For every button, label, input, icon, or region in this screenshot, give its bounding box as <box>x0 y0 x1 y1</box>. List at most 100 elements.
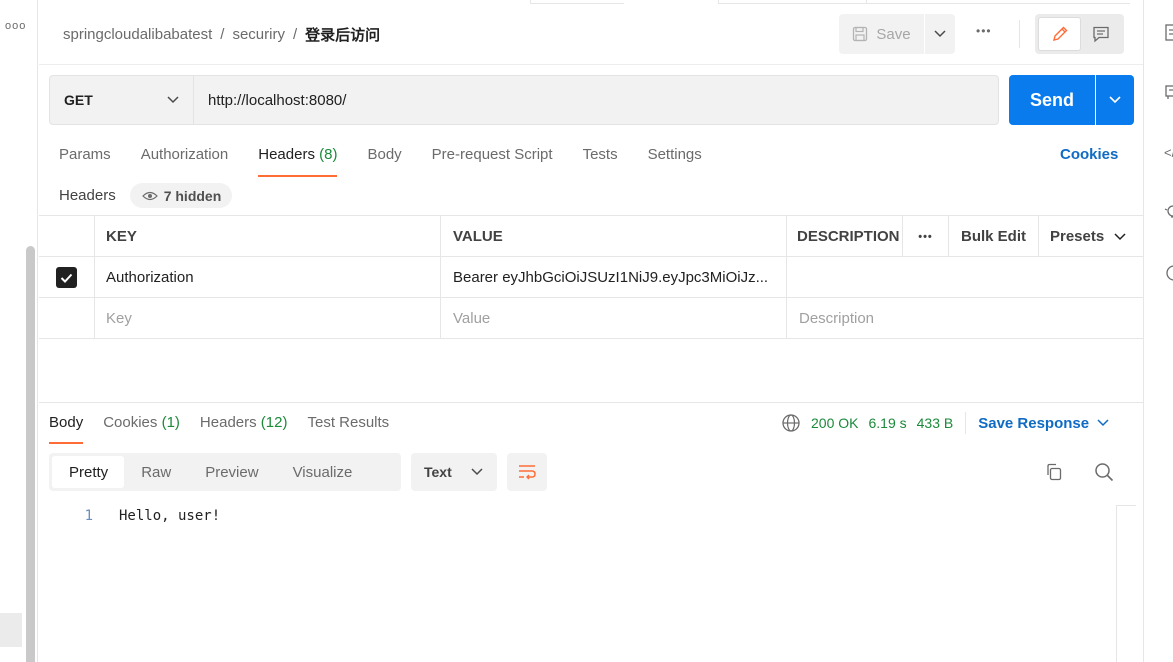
headers-subheader: Headers 7 hidden <box>59 183 233 208</box>
breadcrumb: springcloudalibabatest / securiry / 登录后访… <box>63 24 380 45</box>
response-tab-test-results[interactable]: Test Results <box>307 414 389 443</box>
tab-settings[interactable]: Settings <box>648 146 702 176</box>
response-tab-cookies[interactable]: Cookies (1) <box>103 414 180 443</box>
tab-authorization[interactable]: Authorization <box>141 146 229 176</box>
save-group: Save <box>839 14 955 54</box>
documentation-icon[interactable] <box>1164 24 1173 42</box>
tab-pre-request-script[interactable]: Pre-request Script <box>432 146 553 176</box>
tab-edge[interactable] <box>866 0 1130 4</box>
method-label: GET <box>64 92 93 108</box>
wrap-lines-button[interactable] <box>507 453 547 491</box>
tab-tests[interactable]: Tests <box>583 146 618 176</box>
divider <box>39 64 1143 65</box>
copy-icon[interactable] <box>1045 463 1063 481</box>
mode-switcher <box>1035 14 1124 54</box>
method-select[interactable]: GET <box>50 76 194 124</box>
code-icon[interactable]: </ <box>1164 145 1173 163</box>
hidden-headers-toggle[interactable]: 7 hidden <box>129 183 233 208</box>
info-icon[interactable] <box>1164 264 1173 282</box>
chevron-down-icon <box>934 30 946 38</box>
more-actions-button[interactable]: ••• <box>976 24 992 38</box>
format-select[interactable]: Text <box>411 453 497 491</box>
presets-dropdown[interactable]: Presets <box>1039 216 1143 257</box>
header-key-cell[interactable]: Authorization <box>95 257 441 298</box>
pencil-icon <box>1052 26 1068 41</box>
eye-icon <box>141 191 158 200</box>
send-group: Send <box>1009 75 1134 125</box>
save-options-button[interactable] <box>925 14 955 54</box>
response-size[interactable]: 433 B <box>917 415 954 431</box>
view-preview-button[interactable]: Preview <box>188 456 275 488</box>
headers-label: Headers <box>59 187 116 204</box>
column-header-description: DESCRIPTION <box>787 216 903 257</box>
column-header-value: VALUE <box>441 216 787 257</box>
view-visualize-button[interactable]: Visualize <box>276 456 370 488</box>
right-sidebar: </ <box>1143 0 1173 662</box>
tab-params[interactable]: Params <box>59 146 111 176</box>
search-icon[interactable] <box>1094 462 1114 482</box>
bulk-edit-button[interactable]: Bulk Edit <box>949 216 1039 257</box>
status-code[interactable]: 200 OK <box>811 415 858 431</box>
tab-label: Body <box>49 414 84 431</box>
info-bulb-icon[interactable] <box>1164 204 1173 222</box>
response-body-editor[interactable]: 1 Hello, user! <box>49 505 1117 527</box>
table-header-row: KEY VALUE DESCRIPTION ••• Bulk Edit Pres… <box>39 216 1143 257</box>
left-sidebar: ooo <box>0 0 38 662</box>
row-checkbox[interactable] <box>39 257 95 298</box>
column-options-button[interactable]: ••• <box>903 216 949 257</box>
tab-edge[interactable] <box>530 0 624 4</box>
new-key-input[interactable]: Key <box>95 298 441 339</box>
send-button[interactable]: Send <box>1009 75 1095 125</box>
tab-body[interactable]: Body <box>367 146 401 176</box>
chevron-down-icon <box>167 96 179 104</box>
save-response-label: Save Response <box>978 414 1090 432</box>
globe-icon[interactable] <box>781 413 801 433</box>
hidden-count-label: 7 hidden <box>163 187 222 204</box>
chevron-down-icon <box>471 468 483 476</box>
tab-count: (8) <box>319 146 338 163</box>
tab-headers[interactable]: Headers (8) <box>258 146 338 177</box>
request-url-bar: GET http://localhost:8080/ <box>49 75 999 125</box>
save-response-button[interactable]: Save Response <box>978 415 1109 432</box>
more-icon[interactable]: ooo <box>5 20 26 32</box>
comment-mode-button[interactable] <box>1081 17 1121 51</box>
view-raw-button[interactable]: Raw <box>124 456 188 488</box>
response-meta: 200 OK 6.19 s 433 B Save Response <box>781 412 1109 434</box>
breadcrumb-folder[interactable]: securiry <box>232 26 285 43</box>
comment-icon <box>1093 26 1109 43</box>
save-label: Save <box>876 25 911 43</box>
cookies-link[interactable]: Cookies <box>1060 146 1118 163</box>
tab-label: Headers <box>199 414 257 431</box>
tab-count: (12) <box>260 414 288 431</box>
edit-mode-button[interactable] <box>1038 17 1082 51</box>
sidebar-scrollbar[interactable] <box>26 246 35 662</box>
header-value-cell[interactable]: Bearer eyJhbGciOiJSUzI1NiJ9.eyJpc3MiOiJz… <box>441 257 787 298</box>
view-pretty-button[interactable]: Pretty <box>52 456 125 488</box>
breadcrumb-collection[interactable]: springcloudalibabatest <box>63 26 212 43</box>
send-options-button[interactable] <box>1096 75 1134 125</box>
tab-label: Cookies <box>103 414 158 431</box>
new-value-input[interactable]: Value <box>441 298 787 339</box>
save-button[interactable]: Save <box>839 14 924 54</box>
save-icon <box>853 26 868 42</box>
column-header-check <box>39 216 95 257</box>
response-divider[interactable] <box>39 402 1143 403</box>
checkmark-icon[interactable] <box>56 267 77 288</box>
comments-icon[interactable] <box>1164 84 1173 102</box>
response-tab-body[interactable]: Body <box>49 414 84 444</box>
chevron-down-icon <box>1109 96 1121 104</box>
column-header-key: KEY <box>95 216 441 257</box>
new-description-input[interactable]: Description <box>787 298 1143 339</box>
url-input[interactable]: http://localhost:8080/ <box>194 76 998 124</box>
response-time[interactable]: 6.19 s <box>868 415 906 431</box>
divider <box>965 412 967 434</box>
editor-scrollbar[interactable] <box>1116 505 1136 662</box>
tab-label: Tests <box>582 146 618 163</box>
tab-edge[interactable] <box>718 0 866 4</box>
breadcrumb-request[interactable]: 登录后访问 <box>305 24 380 45</box>
breadcrumb-separator: / <box>292 26 298 43</box>
response-tab-headers[interactable]: Headers (12) <box>200 414 288 443</box>
header-description-cell[interactable] <box>787 257 1143 298</box>
tab-strip <box>530 0 1130 4</box>
sidebar-selected-item[interactable] <box>0 613 22 647</box>
